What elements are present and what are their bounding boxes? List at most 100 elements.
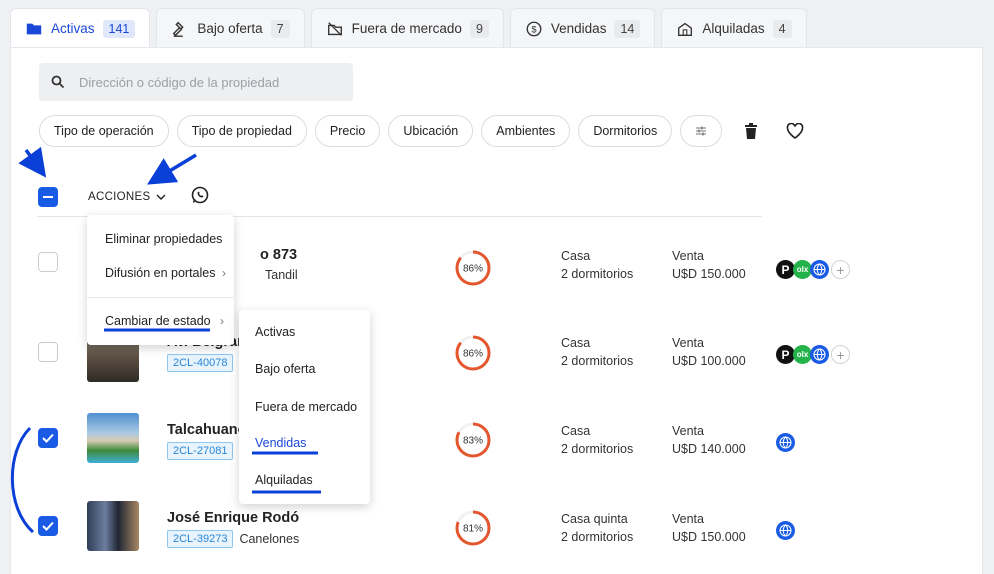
trash-icon (745, 122, 758, 139)
folder-icon (26, 23, 42, 34)
delete-button[interactable] (736, 116, 766, 146)
menu-item-eliminar[interactable]: Eliminar propiedades (87, 229, 234, 249)
tab-alquiladas[interactable]: Alquiladas 4 (661, 8, 807, 48)
status-submenu: Activas Bajo oferta Fuera de mercado Ven… (239, 310, 370, 504)
check-icon (42, 433, 54, 443)
globe-icon (776, 521, 795, 540)
tab-count: 7 (270, 19, 290, 38)
property-location: 2CL-27081 (167, 442, 234, 460)
menu-item-difusion[interactable]: Difusión en portales › (87, 263, 234, 283)
filter-tipo-operacion[interactable]: Tipo de operación (39, 115, 169, 147)
score-value: 81% (463, 524, 483, 535)
property-price: U$D 150.000 (672, 530, 746, 544)
gavel-icon (173, 21, 185, 37)
score-value: 86% (463, 349, 483, 360)
tab-label: Alquiladas (702, 21, 765, 36)
select-all-checkbox[interactable] (38, 187, 58, 207)
property-title[interactable]: o 873 (260, 247, 297, 263)
row-checkbox[interactable] (38, 428, 58, 448)
property-code[interactable]: 2CL-40078 (167, 354, 234, 372)
off-market-icon (327, 21, 342, 36)
property-title[interactable]: José Enrique Rodó (167, 510, 299, 526)
tab-label: Activas (51, 21, 95, 36)
property-operation: Venta (672, 512, 704, 526)
actions-label: ACCIONES (88, 191, 151, 203)
portal-badges: P olx + (776, 260, 850, 279)
chevron-down-icon (156, 194, 166, 200)
score-value: 83% (463, 436, 483, 447)
tab-count: 4 (772, 19, 792, 38)
status-tabs: Activas 141 Bajo oferta 7 Fuera de merca… (10, 8, 807, 48)
table-row[interactable]: Talcahuano 2CL-27081 83% Casa 2 dormitor… (38, 410, 918, 470)
submenu-item-activas[interactable]: Activas (255, 325, 295, 339)
tab-activas[interactable]: Activas 141 (10, 8, 151, 48)
property-type: Casa (561, 249, 591, 263)
property-bedrooms: 2 dormitorios (561, 354, 634, 368)
tab-vendidas[interactable]: $ Vendidas 14 (509, 8, 656, 48)
table-row[interactable]: José Enrique Rodó 2CL-39273 Canelones 81… (38, 498, 918, 558)
portal-badges (776, 521, 795, 540)
score-ring: 86% (455, 250, 491, 286)
tab-fuera-de-mercado[interactable]: Fuera de mercado 9 (310, 8, 504, 48)
property-price: U$D 100.000 (672, 354, 746, 368)
search-icon (51, 75, 65, 89)
add-portal-button[interactable]: + (831, 260, 850, 279)
property-title[interactable]: Talcahuano (167, 422, 247, 438)
row-checkbox[interactable] (38, 252, 58, 272)
property-code[interactable]: 2CL-27081 (167, 442, 234, 460)
menu-item-cambiar-estado[interactable]: Cambiar de estado › (87, 311, 234, 331)
portal-badges: P olx + (776, 345, 850, 364)
svg-text:$: $ (531, 24, 536, 34)
submenu-item-fuera-de-mercado[interactable]: Fuera de mercado (255, 400, 357, 414)
property-type: Casa quinta (561, 512, 628, 526)
row-checkbox[interactable] (38, 342, 58, 362)
globe-icon (810, 260, 829, 279)
bulk-toolbar: ACCIONES (38, 185, 210, 209)
property-price-col: Venta U$D 150.000 (672, 247, 746, 283)
menu-item-label: Cambiar de estado (105, 314, 211, 328)
property-operation: Venta (672, 249, 704, 263)
property-code[interactable]: 2CL-39273 (167, 530, 234, 548)
filter-ambientes[interactable]: Ambientes (481, 115, 571, 147)
globe-icon (776, 433, 795, 452)
tab-count: 141 (102, 19, 136, 38)
property-type-col: Casa 2 dormitorios (561, 422, 633, 458)
row-checkbox[interactable] (38, 516, 58, 536)
search-box (39, 63, 353, 101)
score-ring: 83% (455, 422, 491, 458)
property-bedrooms: 2 dormitorios (561, 530, 634, 544)
property-thumbnail[interactable] (87, 413, 139, 463)
whatsapp-button[interactable] (190, 185, 210, 210)
submenu-item-vendidas[interactable]: Vendidas (255, 436, 306, 450)
property-type-col: Casa 2 dormitorios (561, 334, 633, 370)
property-location: 2CL-39273 Canelones (167, 530, 299, 548)
filter-tipo-propiedad[interactable]: Tipo de propiedad (176, 115, 307, 147)
submenu-item-bajo-oferta[interactable]: Bajo oferta (255, 362, 315, 376)
filter-ubicacion[interactable]: Ubicación (388, 115, 474, 147)
property-type-col: Casa 2 dormitorios (561, 247, 633, 283)
sliders-icon (696, 126, 707, 136)
property-city: Canelones (239, 532, 300, 546)
filter-precio[interactable]: Precio (314, 115, 381, 147)
property-thumbnail[interactable] (87, 501, 139, 551)
globe-icon (810, 345, 829, 364)
actions-dropdown[interactable]: ACCIONES (88, 191, 166, 203)
tab-label: Fuera de mercado (351, 21, 462, 36)
filter-bar: Tipo de operación Tipo de propiedad Prec… (39, 115, 810, 147)
score-ring: 86% (455, 335, 491, 371)
property-location: 2CL-40078 (167, 354, 234, 372)
chevron-right-icon: › (220, 314, 224, 328)
house-key-icon (678, 22, 693, 36)
portal-badges (776, 433, 795, 452)
score-value: 86% (463, 264, 483, 275)
submenu-item-alquiladas[interactable]: Alquiladas (255, 473, 313, 487)
favorite-button[interactable] (780, 116, 810, 146)
property-price-col: Venta U$D 140.000 (672, 422, 746, 458)
check-icon (42, 521, 54, 531)
filter-dormitorios[interactable]: Dormitorios (578, 115, 673, 147)
search-input[interactable] (79, 74, 329, 90)
add-portal-button[interactable]: + (831, 345, 850, 364)
property-location: Tandil (265, 268, 298, 282)
more-filters-button[interactable] (680, 115, 723, 147)
tab-bajo-oferta[interactable]: Bajo oferta 7 (156, 8, 305, 48)
